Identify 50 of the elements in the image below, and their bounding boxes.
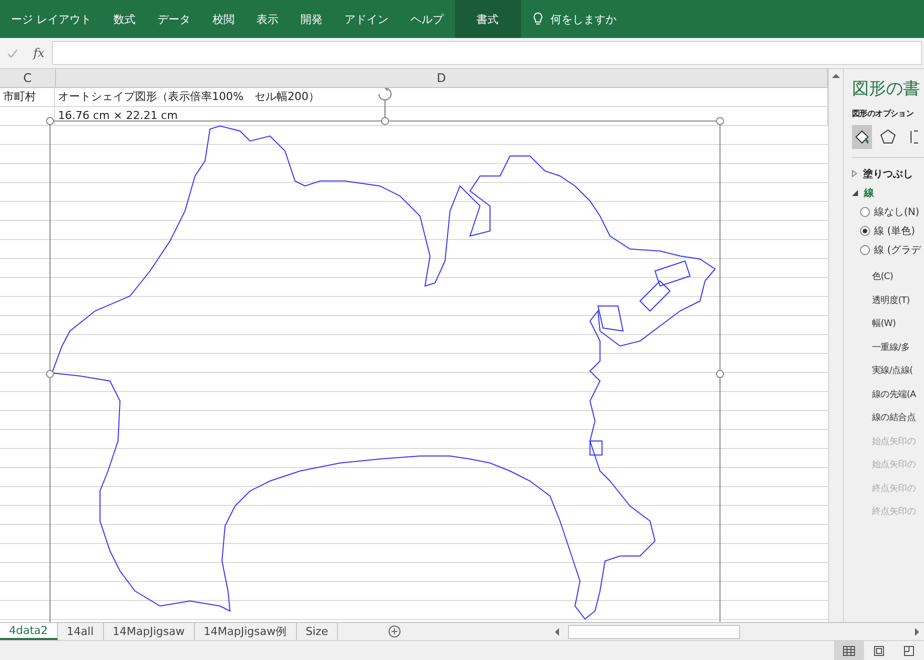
column-header[interactable]: C	[0, 69, 56, 87]
pane-subtitle[interactable]: 図形のオプション	[852, 108, 924, 119]
ribbon-tab[interactable]: 開発	[290, 0, 334, 38]
collapse-icon	[852, 190, 858, 196]
rotate-handle-icon[interactable]	[378, 88, 392, 119]
radio-button[interactable]	[860, 226, 870, 236]
normal-view-icon[interactable]	[834, 641, 864, 660]
section-header[interactable]: 線	[852, 183, 924, 202]
sheet-tab[interactable]: 4data2	[0, 623, 58, 640]
property-label: 終点矢印の	[871, 506, 917, 520]
radio-label[interactable]: 線なし(N)	[874, 204, 920, 218]
section-label: 塗りつぶし	[863, 168, 913, 180]
property-label: 線の先端(A	[871, 388, 917, 402]
expand-icon	[852, 170, 857, 177]
property-label: 幅(W)	[871, 318, 897, 332]
section-label: 線	[864, 186, 874, 200]
ribbon-tab[interactable]: ージ レイアウト	[0, 0, 102, 38]
radio-button[interactable]	[860, 244, 870, 254]
formula-input[interactable]	[52, 41, 922, 65]
tell-me-search[interactable]: 何をしますか	[550, 12, 616, 26]
insert-function-button[interactable]: fx	[33, 46, 45, 60]
check-icon[interactable]	[7, 48, 18, 58]
add-sheet-icon[interactable]	[388, 625, 402, 638]
property-label: 色(C)	[871, 270, 894, 284]
property-label: 始点矢印の	[871, 436, 917, 449]
ribbon-tab[interactable]: 書式	[454, 0, 520, 38]
pane-title: 図形の書	[852, 78, 921, 100]
paint-bucket-icon[interactable]	[852, 125, 872, 149]
radio-button[interactable]	[860, 206, 870, 216]
ribbon-tab[interactable]: 校閲	[202, 0, 246, 38]
property-label: 線の結合点	[871, 412, 917, 426]
property-label: 終点矢印の	[871, 482, 917, 496]
property-label: 実線/点線(	[871, 364, 914, 378]
ribbon-tab[interactable]: 数式	[102, 0, 146, 38]
lightbulb-icon	[532, 12, 542, 26]
ribbon-tab[interactable]: 表示	[246, 0, 290, 38]
scroll-left-icon[interactable]	[554, 628, 560, 636]
scroll-up-icon[interactable]	[832, 73, 840, 79]
ribbon-tab[interactable]: アドイン	[334, 0, 400, 38]
ribbon-tab[interactable]: ヘルプ	[400, 0, 454, 38]
property-label: 透明度(T)	[871, 294, 911, 308]
table-cell: 市町村	[0, 88, 55, 107]
scroll-thumb[interactable]	[568, 624, 740, 638]
section-header[interactable]: 塗りつぶし	[852, 164, 924, 183]
radio-label[interactable]: 線 (単色)	[874, 224, 915, 238]
property-label: 始点矢印の	[871, 458, 917, 472]
ribbon-tab[interactable]: データ	[146, 0, 202, 38]
radio-label[interactable]: 線 (グラデ	[874, 242, 922, 256]
property-label: 一重線/多	[871, 342, 911, 355]
scroll-right-icon[interactable]	[914, 628, 920, 636]
